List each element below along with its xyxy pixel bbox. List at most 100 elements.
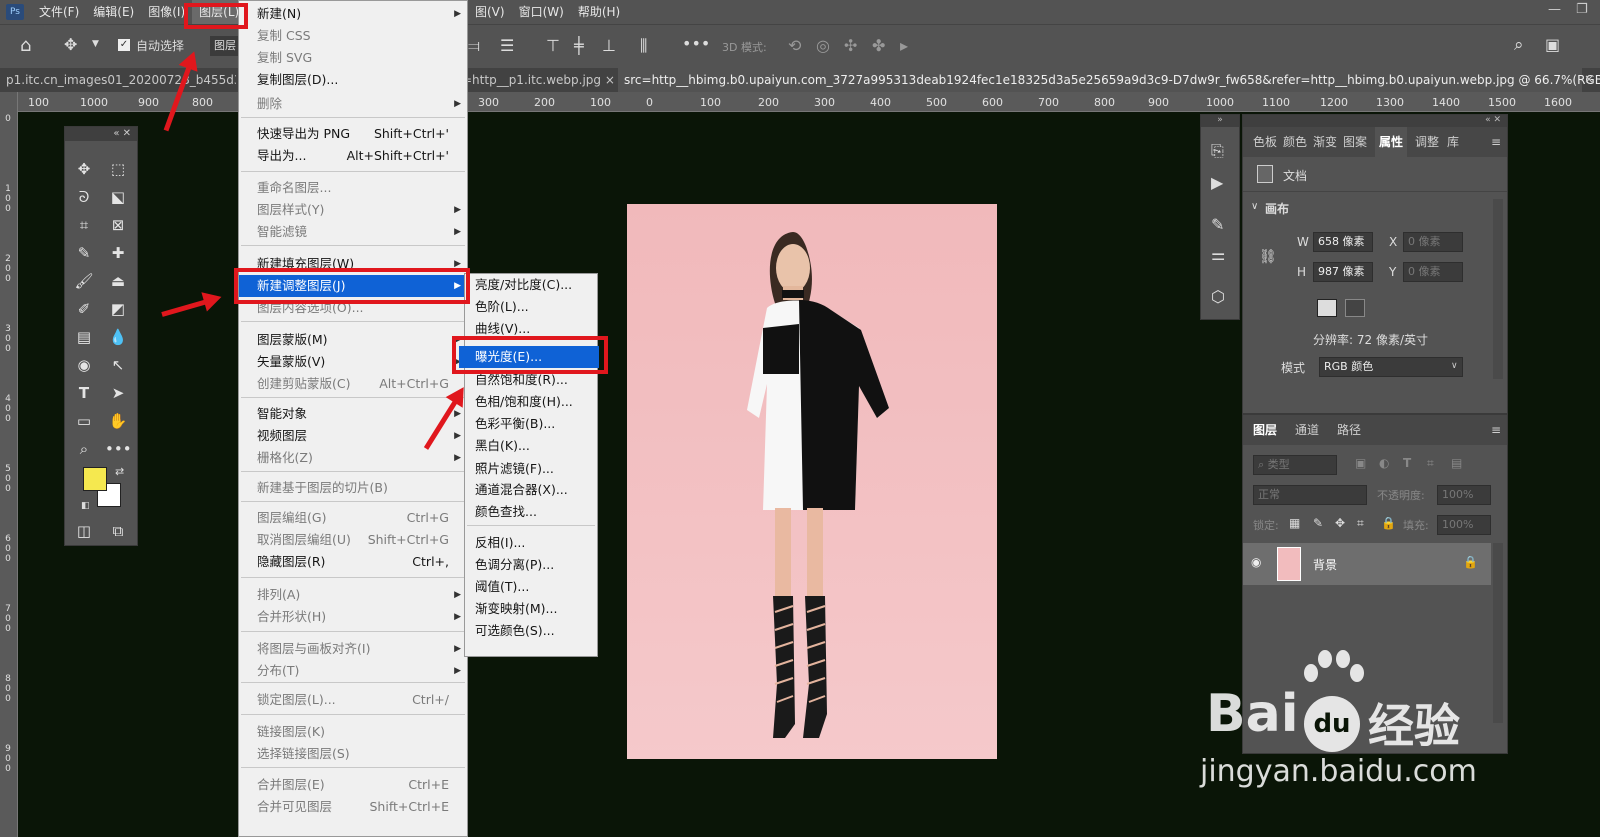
- pan-3d-icon[interactable]: ✣: [844, 36, 857, 55]
- layer-menu-item[interactable]: 图层编组(G) Ctrl+G: [239, 507, 467, 529]
- type-tool-icon[interactable]: T: [71, 381, 97, 405]
- chevron-down-icon[interactable]: ∨: [1451, 361, 1458, 371]
- lock-all-icon[interactable]: 🔒: [1381, 516, 1396, 530]
- adjustment-menu-item[interactable]: 色调分离(P)...: [465, 554, 597, 576]
- tab-paths[interactable]: 路径: [1337, 415, 1361, 445]
- layer-menu-item[interactable]: 复制 SVG: [239, 47, 467, 69]
- align-top-icon[interactable]: ⊤: [546, 36, 560, 55]
- align-bottom-icon[interactable]: ⊥: [602, 36, 616, 55]
- adjustment-menu-item[interactable]: 通道混合器(X)...: [465, 479, 597, 501]
- stamp-tool-icon[interactable]: ⏏: [105, 269, 131, 293]
- adjust-sliders-icon[interactable]: ⚌: [1211, 245, 1225, 264]
- swap-colors-icon[interactable]: ⇄: [115, 465, 124, 478]
- align-right-icon[interactable]: ⫤: [468, 36, 480, 56]
- collapse-icon[interactable]: »: [1201, 115, 1239, 127]
- layer-menu-item[interactable]: 创建剪贴蒙版(C) Alt+Ctrl+G: [239, 373, 467, 395]
- healing-brush-icon[interactable]: ✚: [105, 241, 131, 265]
- orbit-3d-icon[interactable]: ⟲: [788, 36, 801, 55]
- chevron-down-icon[interactable]: ∨: [1251, 201, 1258, 212]
- roll-3d-icon[interactable]: ◎: [816, 36, 830, 55]
- layer-menu-item[interactable]: 栅格化(Z) ▶: [239, 447, 467, 469]
- tab-doc-active[interactable]: src=http__hbimg.b0.upaiyun.com_3727a9953…: [618, 68, 1600, 92]
- layer-menu-item[interactable]: 图层蒙版(M) ▶: [239, 329, 467, 351]
- menu-file[interactable]: 文件(F): [32, 0, 86, 24]
- layer-menu-item[interactable]: 矢量蒙版(V) ▶: [239, 351, 467, 373]
- distribute-icon[interactable]: ⫼: [640, 36, 647, 56]
- restore-icon[interactable]: ❐: [1576, 2, 1588, 17]
- menu-help[interactable]: 帮助(H): [571, 0, 627, 24]
- filter-type-icon[interactable]: T: [1403, 456, 1411, 470]
- adjustment-menu-item[interactable]: 色彩平衡(B)...: [465, 413, 597, 435]
- quick-mask-icon[interactable]: ◫: [71, 519, 97, 543]
- filter-pixel-icon[interactable]: ▣: [1355, 456, 1366, 470]
- tab-properties[interactable]: 属性: [1375, 127, 1408, 157]
- landscape-orientation-icon[interactable]: [1345, 299, 1365, 317]
- move-tool-icon[interactable]: ✥: [64, 35, 77, 54]
- layer-menu-item[interactable]: 分布(T) ▶: [239, 660, 467, 682]
- move-tool-icon[interactable]: ✥: [71, 157, 97, 181]
- adjustment-menu-item[interactable]: 反相(I)...: [465, 532, 597, 554]
- eye-visibility-icon[interactable]: ◉: [1251, 555, 1261, 569]
- layer-menu-item[interactable]: 合并形状(H) ▶: [239, 606, 467, 628]
- eraser-tool-icon[interactable]: ◩: [105, 297, 131, 321]
- layer-menu-item[interactable]: 锁定图层(L)... Ctrl+/: [239, 689, 467, 711]
- minimize-icon[interactable]: —: [1548, 2, 1561, 17]
- eyedropper-icon[interactable]: ✎: [71, 241, 97, 265]
- hand-tool-icon[interactable]: ✋: [105, 409, 131, 433]
- lasso-tool-icon[interactable]: ᘐ: [71, 185, 97, 209]
- brush-settings-icon[interactable]: ✎: [1211, 215, 1224, 234]
- layer-name[interactable]: 背景: [1313, 556, 1337, 573]
- layer-menu-item[interactable]: 删除 ▶: [239, 93, 467, 115]
- adjustment-menu-item[interactable]: 可选颜色(S)...: [465, 620, 597, 642]
- close-tab-icon[interactable]: ×: [1584, 72, 1594, 86]
- filter-smart-icon[interactable]: ▤: [1451, 456, 1462, 470]
- crop-tool-icon[interactable]: ⌗: [71, 213, 97, 237]
- tab-swatches[interactable]: 色板: [1253, 127, 1277, 157]
- auto-select-checkbox[interactable]: ✓: [118, 39, 130, 51]
- height-input[interactable]: 987 像素: [1313, 262, 1373, 282]
- layer-menu-item[interactable]: 快速导出为 PNG Shift+Ctrl+': [239, 123, 467, 145]
- object-select-icon[interactable]: ⬕: [105, 185, 131, 209]
- layer-menu-item[interactable]: 图层样式(Y) ▶: [239, 199, 467, 221]
- screen-mode-icon[interactable]: ⧉: [105, 519, 131, 543]
- adjustment-menu-item[interactable]: 阈值(T)...: [465, 576, 597, 598]
- history-panel-icon[interactable]: ⎘: [1211, 141, 1224, 161]
- frame-tool-icon[interactable]: ⊠: [105, 213, 131, 237]
- tab-color[interactable]: 颜色: [1283, 127, 1307, 157]
- zoom-tool-icon[interactable]: ⌕: [71, 437, 97, 461]
- workspace-icon[interactable]: ▣: [1545, 35, 1560, 54]
- layer-menu-item[interactable]: 将图层与画板对齐(I) ▶: [239, 638, 467, 660]
- tab-doc-1[interactable]: p1.itc.cn_images01_20200728_b455d3a41: [0, 68, 236, 92]
- layer-filter-select[interactable]: ⌕ 类型: [1253, 455, 1337, 475]
- layer-menu-item[interactable]: 重命名图层...: [239, 177, 467, 199]
- blend-mode-select[interactable]: 正常: [1253, 485, 1367, 505]
- chevron-down-icon[interactable]: ▼: [92, 39, 99, 49]
- layer-menu-item[interactable]: 导出为... Alt+Shift+Ctrl+': [239, 145, 467, 167]
- tab-patterns[interactable]: 图案: [1343, 127, 1367, 157]
- width-input[interactable]: 658 像素: [1313, 232, 1373, 252]
- adjustment-menu-item[interactable]: 颜色查找...: [465, 501, 597, 523]
- lock-transparent-icon[interactable]: ▦: [1289, 516, 1300, 530]
- align-vcenter-icon[interactable]: ╪: [574, 36, 584, 55]
- marquee-tool-icon[interactable]: ⬚: [105, 157, 131, 181]
- lock-artboard-icon[interactable]: ⌗: [1357, 516, 1364, 531]
- link-icon[interactable]: ⛓: [1259, 249, 1277, 265]
- more-tools-icon[interactable]: •••: [105, 437, 132, 461]
- layer-menu-item[interactable]: 选择链接图层(S): [239, 743, 467, 765]
- adjustment-menu-item[interactable]: 照片滤镜(F)...: [465, 458, 597, 480]
- align-center-icon[interactable]: ☰: [500, 36, 514, 55]
- tab-gradient[interactable]: 渐变: [1313, 127, 1337, 157]
- scrollbar[interactable]: [1493, 199, 1503, 379]
- gradient-tool-icon[interactable]: ▤: [71, 325, 97, 349]
- history-brush-icon[interactable]: ✐: [71, 297, 97, 321]
- layer-menu-item[interactable]: 复制 CSS: [239, 25, 467, 47]
- y-input[interactable]: 0 像素: [1403, 262, 1463, 282]
- adjustment-menu-item[interactable]: 渐变映射(M)...: [465, 598, 597, 620]
- foreground-color-swatch[interactable]: [83, 467, 107, 491]
- pen-tool-icon[interactable]: ↖: [105, 353, 131, 377]
- layer-menu-item[interactable]: 复制图层(D)...: [239, 69, 467, 91]
- portrait-orientation-icon[interactable]: [1317, 299, 1337, 317]
- canvas-image[interactable]: [627, 204, 997, 759]
- lock-position-icon[interactable]: ✥: [1335, 516, 1345, 530]
- layer-menu-item[interactable]: 排列(A) ▶: [239, 584, 467, 606]
